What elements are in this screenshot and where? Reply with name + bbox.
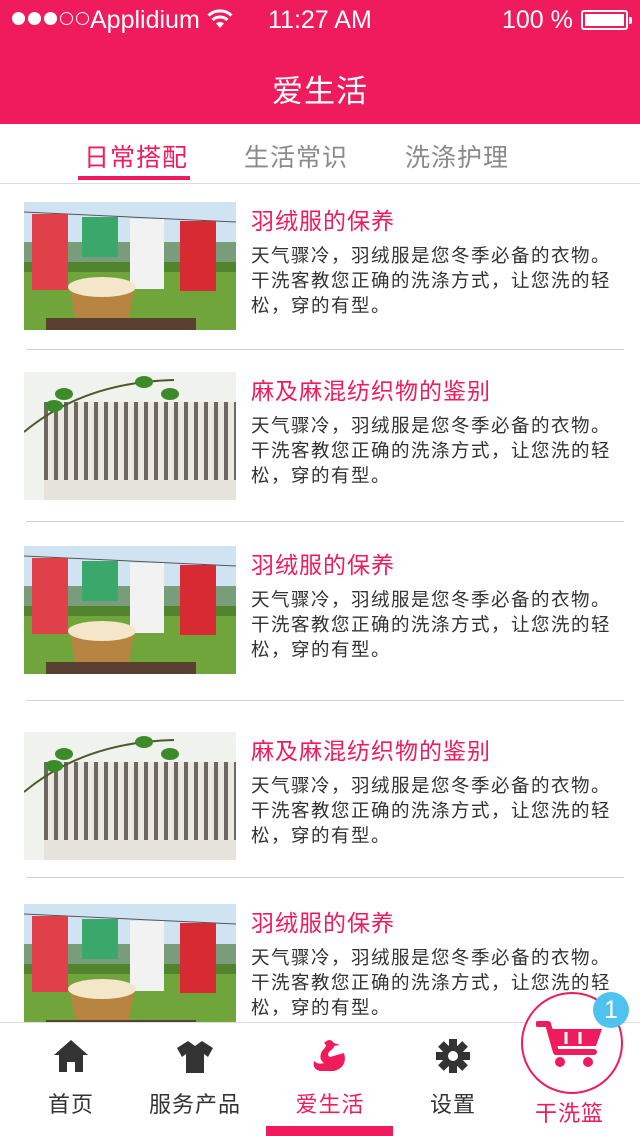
article-thumbnail-fabric <box>24 372 236 500</box>
article-thumbnail-laundry <box>24 904 236 1022</box>
page-title: 爱生活 <box>272 74 368 110</box>
wifi-icon <box>207 9 233 28</box>
article-title: 羽绒服的保养 <box>251 911 395 937</box>
divider <box>26 349 624 350</box>
article-title: 羽绒服的保养 <box>251 553 395 579</box>
tab-life-tips[interactable]: 生活常识 <box>244 138 348 174</box>
swan-icon <box>313 1040 345 1071</box>
article-thumbnail-laundry <box>24 202 236 330</box>
article-thumbnail-fabric <box>24 732 236 860</box>
basket-count-badge: 1 <box>593 992 629 1028</box>
article-thumbnail-laundry <box>24 546 236 674</box>
article-title: 麻及麻混纺织物的鉴别 <box>251 739 491 765</box>
tabbar-life[interactable]: 爱生活 <box>270 1023 390 1136</box>
tab-washing-care[interactable]: 洗涤护理 <box>405 138 509 174</box>
divider <box>26 521 624 522</box>
tabbar-home[interactable]: 首页 <box>11 1023 131 1136</box>
battery-icon <box>581 10 632 30</box>
article-item[interactable]: 羽绒服的保养 天气骤冷，羽绒服是您冬季必备的衣物。干洗客教您正确的洗涤方式，让您… <box>0 528 640 704</box>
signal-strength-icon <box>12 12 89 25</box>
article-description: 天气骤冷，羽绒服是您冬季必备的衣物。干洗客教您正确的洗涤方式，让您洗的轻松，穿的… <box>251 416 612 487</box>
tabbar-settings[interactable]: 设置 <box>393 1023 513 1136</box>
shirt-icon <box>177 1041 213 1073</box>
active-tab-indicator <box>78 176 190 180</box>
status-bar: Applidium 11:27 AM 100 % <box>0 0 640 40</box>
tabbar-settings-label: 设置 <box>429 1093 476 1118</box>
article-item[interactable]: 麻及麻混纺织物的鉴别 天气骤冷，羽绒服是您冬季必备的衣物。干洗客教您正确的洗涤方… <box>0 714 640 890</box>
home-icon <box>54 1040 88 1072</box>
article-description: 天气骤冷，羽绒服是您冬季必备的衣物。干洗客教您正确的洗涤方式，让您洗的轻松，穿的… <box>251 776 612 847</box>
header: Applidium 11:27 AM 100 % 爱生活 <box>0 0 640 124</box>
clock: 11:27 AM <box>268 6 372 34</box>
article-description: 天气骤冷，羽绒服是您冬季必备的衣物。干洗客教您正确的洗涤方式，让您洗的轻松，穿的… <box>251 246 612 317</box>
article-description: 天气骤冷，羽绒服是您冬季必备的衣物。干洗客教您正确的洗涤方式，让您洗的轻松，穿的… <box>251 590 612 661</box>
article-list[interactable]: 羽绒服的保养 天气骤冷，羽绒服是您冬季必备的衣物。干洗客教您正确的洗涤方式，让您… <box>0 184 640 1022</box>
article-title: 麻及麻混纺织物的鉴别 <box>251 379 491 405</box>
divider <box>26 700 624 701</box>
article-item[interactable]: 麻及麻混纺织物的鉴别 天气骤冷，羽绒服是您冬季必备的衣物。干洗客教您正确的洗涤方… <box>0 354 640 530</box>
article-title: 羽绒服的保养 <box>251 209 395 235</box>
cart-icon <box>536 1021 602 1067</box>
battery-percentage: 100 % <box>502 6 573 34</box>
category-tabs: 日常搭配 生活常识 洗涤护理 <box>0 124 640 184</box>
divider <box>26 877 624 878</box>
carrier-name: Applidium <box>90 6 200 34</box>
gear-icon <box>436 1039 470 1073</box>
tab-daily-outfit[interactable]: 日常搭配 <box>84 138 188 174</box>
tabbar-services-label: 服务产品 <box>148 1093 241 1118</box>
tabbar-services[interactable]: 服务产品 <box>135 1023 255 1136</box>
article-item[interactable]: 羽绒服的保养 天气骤冷，羽绒服是您冬季必备的衣物。干洗客教您正确的洗涤方式，让您… <box>0 184 640 360</box>
active-tab-indicator-bottom <box>266 1126 393 1136</box>
tabbar-home-label: 首页 <box>47 1093 94 1118</box>
tabbar-life-label: 爱生活 <box>295 1093 365 1118</box>
laundry-basket-label: 干洗篮 <box>535 1102 605 1127</box>
